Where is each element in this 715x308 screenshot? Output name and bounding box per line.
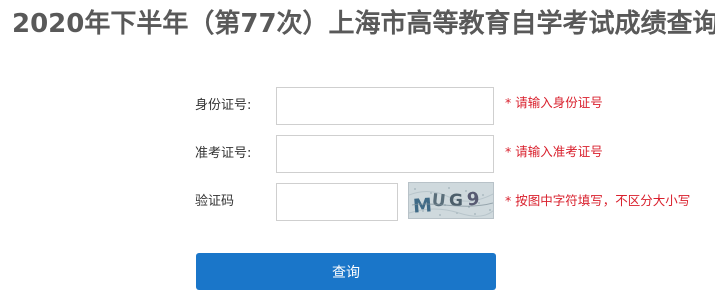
svg-text:M: M (412, 194, 432, 217)
id-number-input[interactable] (276, 87, 494, 125)
svg-text:G: G (449, 191, 463, 211)
page-title: 2020年下半年（第77次）上海市高等教育自学考试成绩查询 (12, 9, 715, 39)
captcha-input[interactable] (276, 183, 398, 221)
exam-number-input[interactable] (276, 135, 494, 173)
exam-number-hint: * 请输入准考证号 (505, 144, 603, 159)
captcha-image[interactable]: M U G 9 (408, 182, 494, 219)
svg-text:U: U (431, 190, 447, 211)
id-number-hint: * 请输入身份证号 (505, 95, 603, 110)
page: 2020年下半年（第77次）上海市高等教育自学考试成绩查询 身份证号: * 请输… (0, 0, 715, 308)
captcha-label: 验证码 (195, 194, 235, 209)
captcha-hint: * 按图中字符填写，不区分大小写 (505, 193, 691, 208)
svg-text:9: 9 (466, 188, 480, 210)
exam-number-label: 准考证号: (195, 146, 252, 161)
query-button[interactable]: 查询 (196, 253, 496, 290)
id-number-label: 身份证号: (195, 98, 252, 113)
